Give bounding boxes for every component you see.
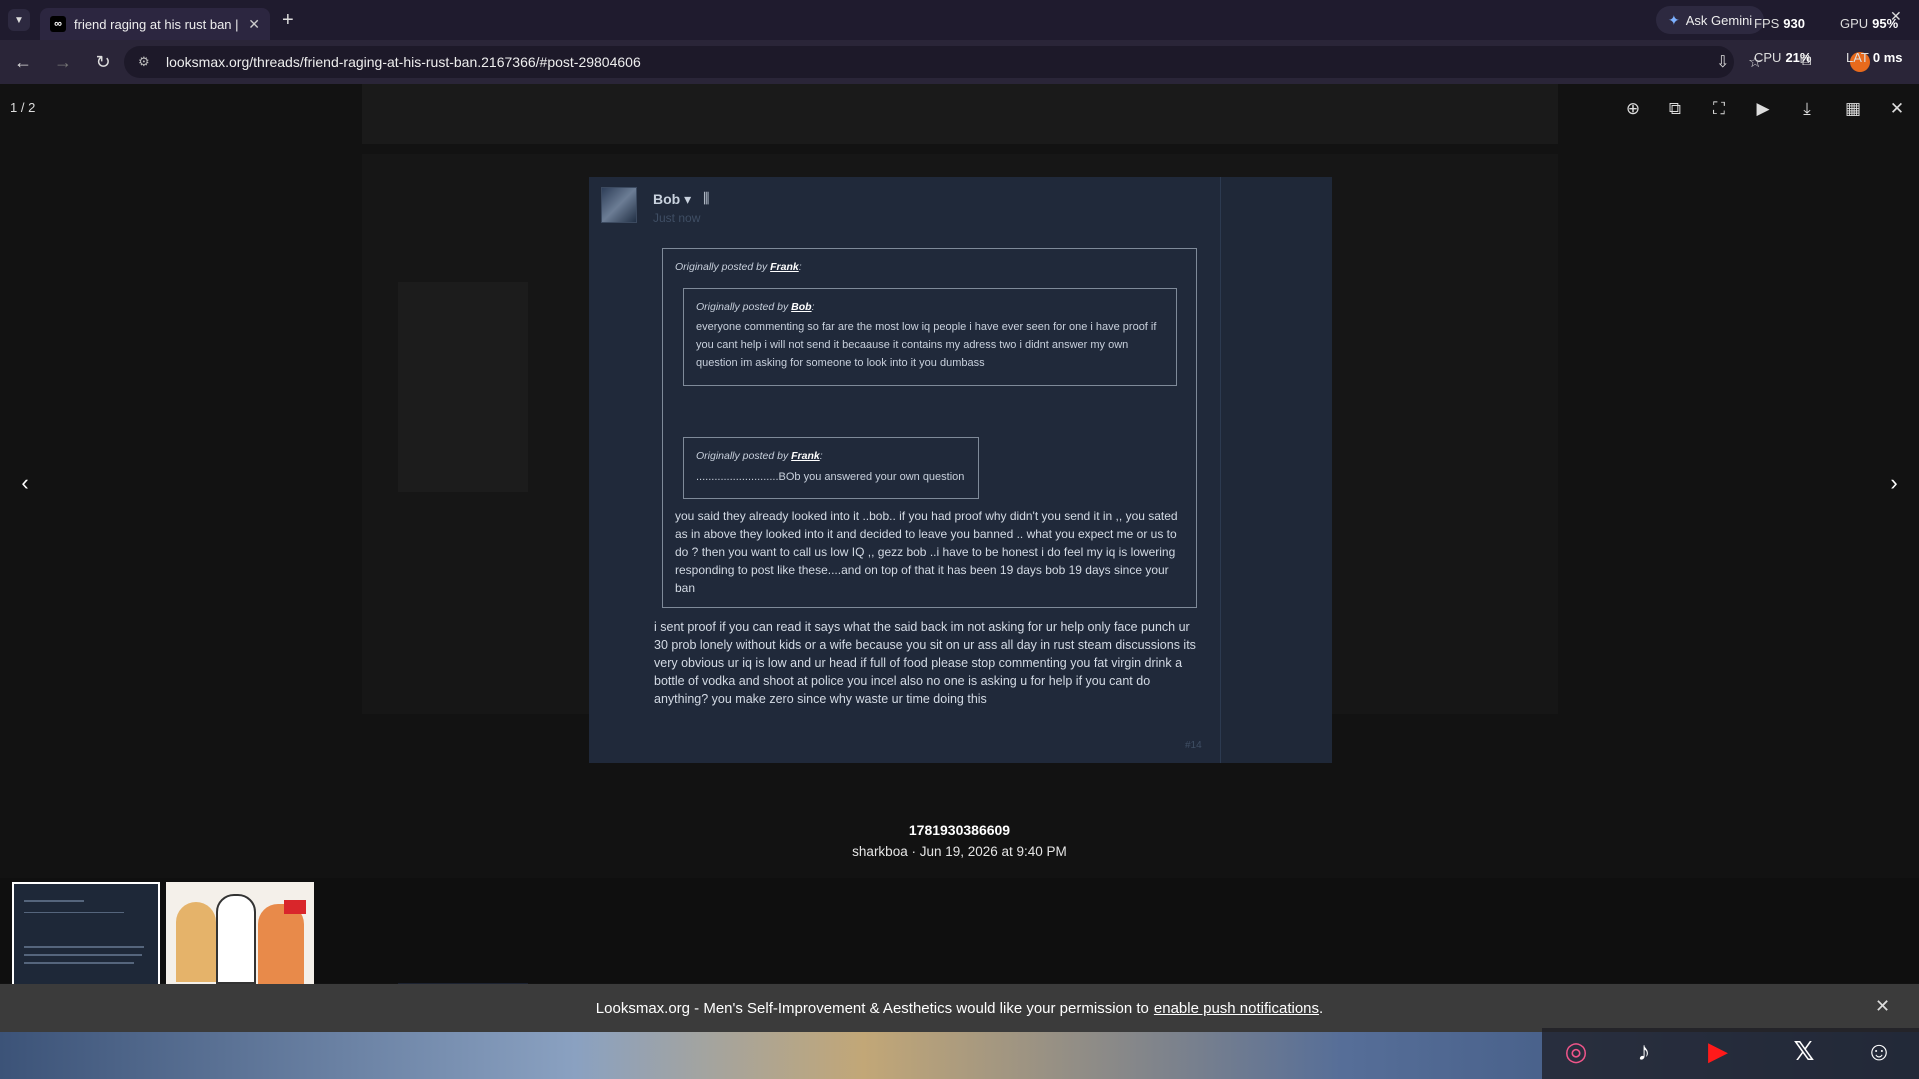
inner-quote-1-header: Originally posted by Bob: xyxy=(696,301,815,313)
site-favicon-icon: ∞ xyxy=(50,16,66,32)
open-new-window-icon[interactable]: ⧉ xyxy=(1662,96,1688,122)
thumbnail-strip xyxy=(0,878,1919,986)
tiktok-icon[interactable]: ♪ xyxy=(1620,1030,1668,1072)
tab-bar: ▼ ∞ friend raging at his rust ban | Lo ✕… xyxy=(0,0,1919,40)
active-tab[interactable]: ∞ friend raging at his rust ban | Lo ✕ xyxy=(40,8,270,40)
post-author: Bob ▾ xyxy=(653,191,692,207)
avatar xyxy=(601,187,637,223)
reload-button[interactable]: ↻ xyxy=(86,45,120,79)
discord-icon[interactable]: ☺ xyxy=(1855,1030,1903,1072)
install-app-icon[interactable]: ⇩ xyxy=(1716,52,1729,72)
address-bar[interactable]: ⚙ looksmax.org/threads/friend-raging-at-… xyxy=(124,46,1734,78)
lightbox-image: Bob ▾ ⫼ Just now Originally posted by Fr… xyxy=(589,177,1332,763)
bg-user-card xyxy=(398,282,528,492)
forward-button[interactable]: → xyxy=(46,45,80,79)
download-icon[interactable]: ⤓ xyxy=(1794,96,1820,122)
inner-quote-2-header: Originally posted by Frank: xyxy=(696,450,823,462)
tab-search-button[interactable]: ▼ xyxy=(8,9,30,31)
post-sidebar xyxy=(1220,177,1332,763)
ask-gemini-button[interactable]: ✦ Ask Gemini xyxy=(1656,6,1765,34)
thumbnail-1[interactable] xyxy=(12,882,160,986)
inner-quote-2-text: ...........................BOb you answe… xyxy=(696,471,965,483)
instagram-icon[interactable]: ◎ xyxy=(1552,1030,1600,1072)
extensions-icon[interactable]: ⧉ xyxy=(1800,52,1811,70)
image-caption-title: 1781930386609 xyxy=(908,822,1011,838)
youtube-icon[interactable]: ▶ xyxy=(1694,1030,1742,1072)
close-lightbox-icon[interactable]: ✕ xyxy=(1884,96,1910,122)
ask-gemini-label: Ask Gemini xyxy=(1685,12,1753,28)
image-caption-meta: sharkboa · Jun 19, 2026 at 9:40 PM xyxy=(852,844,1067,859)
fullscreen-icon[interactable]: ⛶ xyxy=(1706,96,1732,122)
bg-nav-strip xyxy=(362,84,1558,144)
inner-quote-2: Originally posted by Frank: ............… xyxy=(683,437,979,499)
outer-quote: Originally posted by Frank: Originally p… xyxy=(662,248,1197,608)
library-icon: ⫼ xyxy=(703,190,710,206)
new-tab-button[interactable]: + xyxy=(282,9,294,32)
push-permission-banner: Looksmax.org - Men's Self-Improvement & … xyxy=(0,984,1919,1032)
post-time: Just now xyxy=(653,211,701,225)
zoom-icon[interactable]: ⊕ xyxy=(1620,96,1646,122)
image-counter: 1 / 2 xyxy=(10,100,36,115)
url-text: looksmax.org/threads/friend-raging-at-hi… xyxy=(166,54,641,70)
window-close-icon[interactable]: ✕ xyxy=(1890,8,1902,25)
enable-push-link[interactable]: enable push notifications xyxy=(1154,1000,1319,1017)
close-banner-icon[interactable]: ✕ xyxy=(1875,996,1890,1017)
latency-overlay: LAT 0 ms xyxy=(1846,50,1903,65)
site-info-icon[interactable]: ⚙ xyxy=(138,54,154,70)
next-image-button[interactable]: › xyxy=(1879,468,1909,498)
post-body: i sent proof if you can read it says wha… xyxy=(654,620,1196,706)
inner-quote-1-text: everyone commenting so far are the most … xyxy=(696,321,1157,369)
thumbnails-grid-icon[interactable]: ▦ xyxy=(1840,96,1866,122)
previous-image-button[interactable]: ‹ xyxy=(10,468,40,498)
thumbnail-2[interactable] xyxy=(166,882,314,986)
fps-overlay: FPS 930 xyxy=(1754,16,1805,31)
slideshow-play-icon[interactable]: ▶ xyxy=(1750,96,1776,122)
outer-quote-header: Originally posted by Frank: xyxy=(675,261,802,273)
back-button[interactable]: ← xyxy=(6,45,40,79)
quote-reply-text: you said they already looked into it ..b… xyxy=(675,509,1178,595)
post-number: #14 xyxy=(1185,740,1202,751)
gemini-sparkle-icon: ✦ xyxy=(1668,11,1680,28)
tab-close-button[interactable]: ✕ xyxy=(248,16,260,33)
x-twitter-icon[interactable]: 𝕏 xyxy=(1780,1030,1828,1072)
inner-quote-1: Originally posted by Bob: everyone comme… xyxy=(683,288,1177,386)
tab-title: friend raging at his rust ban | Lo xyxy=(74,16,241,32)
push-banner-text: Looksmax.org - Men's Self-Improvement & … xyxy=(595,999,1149,1017)
